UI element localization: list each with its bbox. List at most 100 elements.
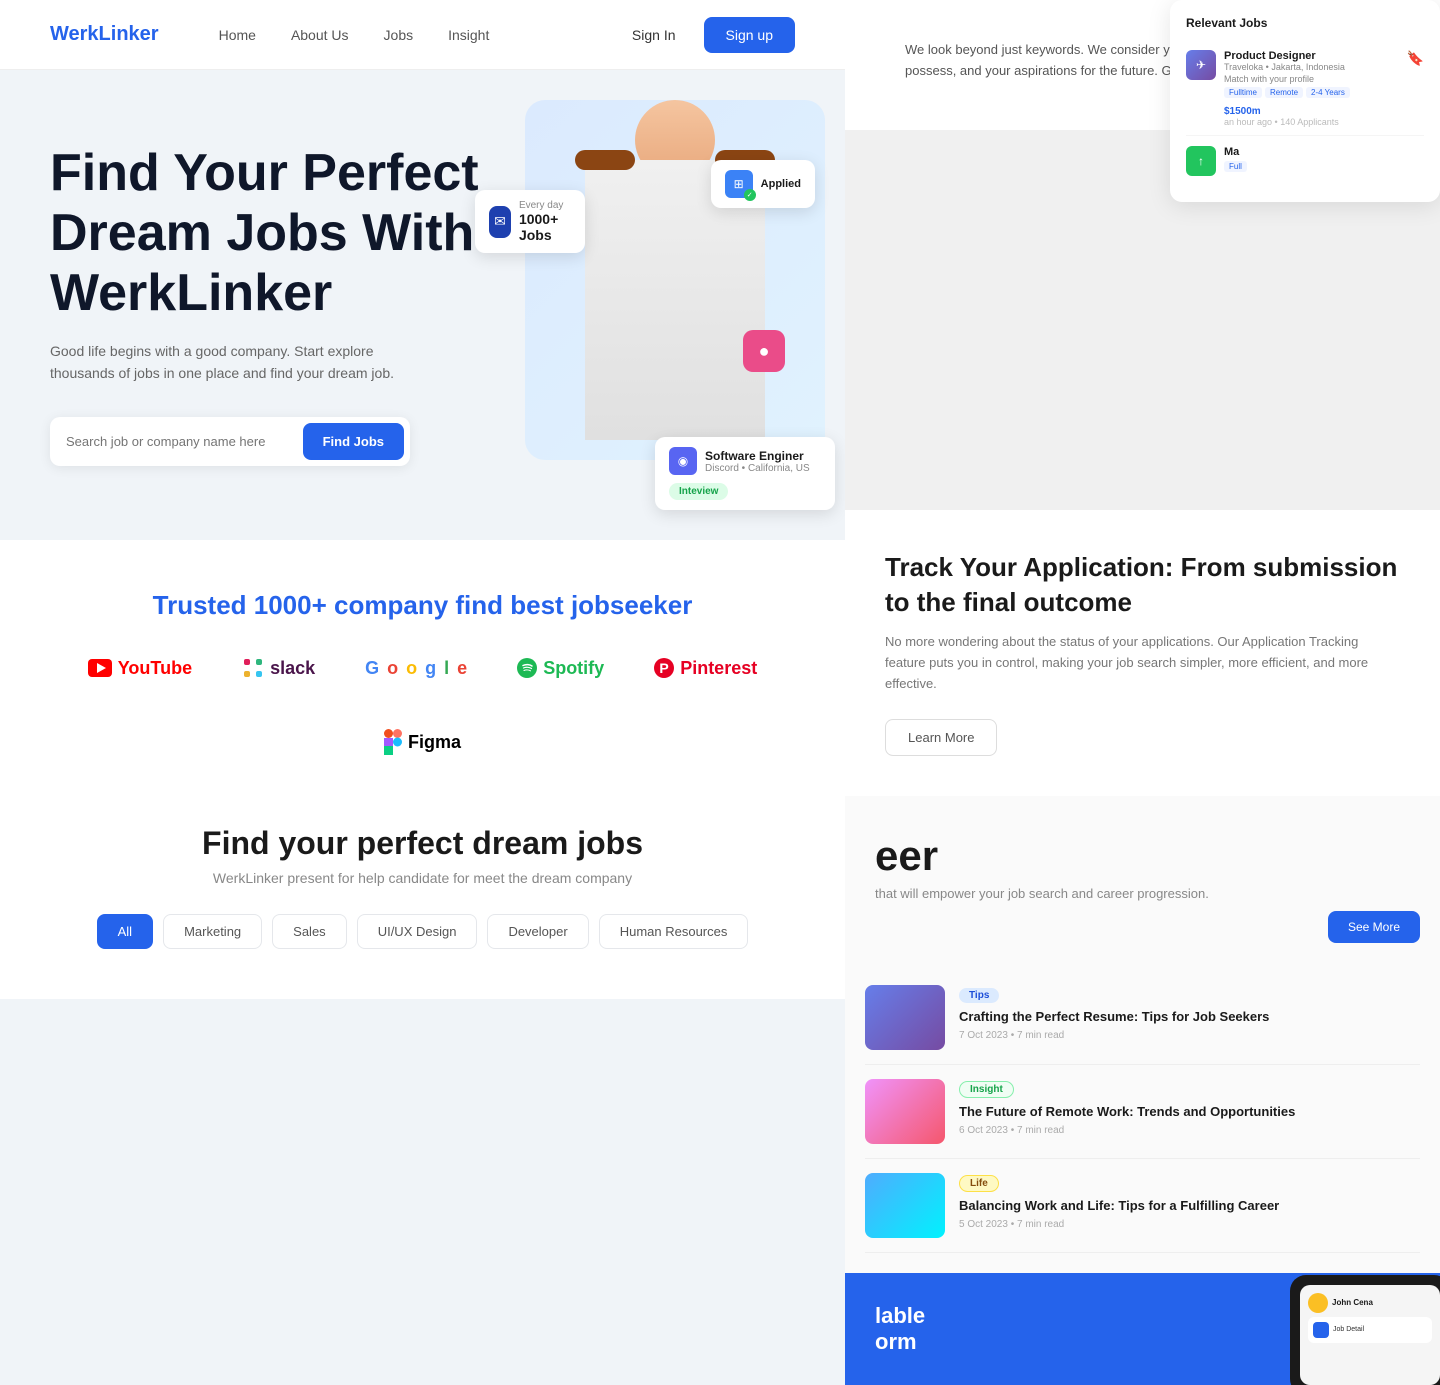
see-more-button[interactable]: See More xyxy=(1328,911,1420,943)
hero-person xyxy=(565,100,785,490)
blog-content-2: Insight The Future of Remote Work: Trend… xyxy=(959,1079,1420,1144)
nav-links: Home About Us Jobs Insight xyxy=(219,27,616,43)
rj-tag-years: 2-4 Years xyxy=(1306,87,1350,98)
figma-icon xyxy=(384,729,402,755)
daily-icon: ✉ xyxy=(489,206,511,238)
see-more-row: See More xyxy=(845,901,1440,951)
category-tabs: All Marketing Sales UI/UX Design Develop… xyxy=(50,914,795,949)
hero-subtitle: Good life begins with a good company. St… xyxy=(50,340,430,385)
hero-person-container xyxy=(525,80,825,490)
phone-avatar xyxy=(1308,1293,1328,1313)
discord-company: Discord • California, US xyxy=(705,463,810,474)
blog-title-1[interactable]: Crafting the Perfect Resume: Tips for Jo… xyxy=(959,1008,1420,1026)
figma-logo: Figma xyxy=(384,729,461,755)
trusted-title: Trusted 1000+ company find best jobseeke… xyxy=(50,590,795,621)
tab-all[interactable]: All xyxy=(97,914,153,949)
hero-illustration: ✉ Every day 1000+ Jobs ⊞ ✓ Applied xyxy=(475,70,845,540)
blog-item-3: Life Balancing Work and Life: Tips for a… xyxy=(865,1159,1420,1253)
applied-icon: ⊞ ✓ xyxy=(725,170,753,198)
nav-insight[interactable]: Insight xyxy=(448,27,489,43)
jobs-section-title: Find your perfect dream jobs xyxy=(50,825,795,862)
phone-header-row: John Cena xyxy=(1308,1293,1432,1313)
eer-section: eer that will empower your job search an… xyxy=(845,796,1440,1273)
hero-content: Find Your Perfect Dream Jobs With WerkLi… xyxy=(50,144,490,465)
learn-more-button[interactable]: Learn More xyxy=(885,719,997,756)
blog-meta-3: 5 Oct 2023 • 7 min read xyxy=(959,1219,1420,1230)
spotify-logo: Google Spotify xyxy=(517,658,604,679)
phone-job-label: Job Detail xyxy=(1333,1326,1364,1333)
right-top-container: We look beyond just keywords. We conside… xyxy=(845,0,1440,130)
nav-home[interactable]: Home xyxy=(219,27,256,43)
spotify-label: Spotify xyxy=(543,658,604,679)
blog-title-2[interactable]: The Future of Remote Work: Trends and Op… xyxy=(959,1103,1420,1121)
daily-label: Every day xyxy=(519,200,571,211)
svg-text:P: P xyxy=(660,660,669,676)
right-inner: We look beyond just keywords. We conside… xyxy=(845,0,1440,1385)
rj-tag-remote: Remote xyxy=(1265,87,1303,98)
trusted-section: Trusted 1000+ company find best jobseeke… xyxy=(0,540,845,805)
spotify-icon xyxy=(517,658,537,678)
slack-logo: slack xyxy=(242,657,315,679)
jobs-section-subtitle: WerkLinker present for help candidate fo… xyxy=(50,870,795,886)
rj-tag2-fulltime: Full xyxy=(1224,161,1247,172)
relevant-job-footer: $1500m xyxy=(1224,102,1399,117)
trusted-count: 1000+ xyxy=(254,590,327,620)
blog-meta-2: 6 Oct 2023 • 7 min read xyxy=(959,1125,1420,1136)
nav-actions: Sign In Sign up xyxy=(616,17,795,53)
tab-sales[interactable]: Sales xyxy=(272,914,347,949)
nav-about[interactable]: About Us xyxy=(291,27,349,43)
person-hair-l xyxy=(575,150,635,170)
relevant-job-item: ✈ Product Designer Traveloka • Jakarta, … xyxy=(1186,42,1424,136)
search-input[interactable] xyxy=(66,434,303,449)
phone-user-name: John Cena xyxy=(1332,1298,1373,1307)
daily-count: 1000+ Jobs xyxy=(519,211,571,243)
blog-thumb-2 xyxy=(865,1079,945,1144)
daily-text: Every day 1000+ Jobs xyxy=(519,200,571,243)
signin-button[interactable]: Sign In xyxy=(616,19,692,51)
relevant-job-info: Product Designer Traveloka • Jakarta, In… xyxy=(1224,50,1399,127)
search-box: Find Jobs xyxy=(50,417,410,466)
figma-text: Figma xyxy=(408,732,461,753)
trusted-end: company find best jobseeker xyxy=(327,590,693,620)
left-section: WerkLinker Home About Us Jobs Insight Si… xyxy=(0,0,845,1385)
google-logo: Google xyxy=(365,658,467,679)
partial-subtitle-text: that will empower your job search and ca… xyxy=(845,886,1440,901)
tab-developer[interactable]: Developer xyxy=(487,914,588,949)
jobs-section: Find your perfect dream jobs WerkLinker … xyxy=(0,805,845,999)
hero-title: Find Your Perfect Dream Jobs With WerkLi… xyxy=(50,144,490,323)
blog-content-1: Tips Crafting the Perfect Resume: Tips f… xyxy=(959,985,1420,1050)
applied-card: ⊞ ✓ Applied xyxy=(711,160,815,208)
tab-hr[interactable]: Human Resources xyxy=(599,914,749,949)
discord-icon: ◉ xyxy=(669,447,697,475)
blog-item-1: Tips Crafting the Perfect Resume: Tips f… xyxy=(865,971,1420,1065)
blog-title-3[interactable]: Balancing Work and Life: Tips for a Fulf… xyxy=(959,1197,1420,1215)
phone-job-card: Job Detail xyxy=(1308,1317,1432,1343)
tab-marketing[interactable]: Marketing xyxy=(163,914,262,949)
youtube-icon xyxy=(88,659,112,677)
blog-meta-1: 7 Oct 2023 • 7 min read xyxy=(959,1030,1420,1041)
relevant-job-icon: ✈ xyxy=(1186,50,1216,80)
nav-jobs[interactable]: Jobs xyxy=(384,27,414,43)
rj-tag-fulltime: Fulltime xyxy=(1224,87,1262,98)
hero-section: Find Your Perfect Dream Jobs With WerkLi… xyxy=(0,70,845,540)
discord-job-title: Software Enginer xyxy=(705,449,810,463)
trusted-start: Trusted xyxy=(153,590,254,620)
tab-uiux[interactable]: UI/UX Design xyxy=(357,914,478,949)
signup-button[interactable]: Sign up xyxy=(704,17,795,53)
pinterest-text: Pinterest xyxy=(680,658,757,679)
daily-jobs-card: ✉ Every day 1000+ Jobs xyxy=(475,190,585,253)
interview-badge: Inteview xyxy=(669,483,728,500)
relevant-job-salary: $1500m xyxy=(1224,106,1261,117)
applied-text: Applied xyxy=(761,178,801,190)
dribbble-icon-float: ● xyxy=(743,330,785,372)
page-wrapper: WerkLinker Home About Us Jobs Insight Si… xyxy=(0,0,1440,1385)
slack-icon xyxy=(242,657,264,679)
track-title: Track Your Application: From submission … xyxy=(885,550,1400,620)
blog-thumb-1 xyxy=(865,985,945,1050)
youtube-text: YouTube xyxy=(118,658,192,679)
bookmark-icon[interactable]: 🔖 xyxy=(1407,50,1424,67)
find-jobs-button[interactable]: Find Jobs xyxy=(303,423,404,460)
discord-header: ◉ Software Enginer Discord • California,… xyxy=(669,447,821,475)
relevant-job-title-2: Ma xyxy=(1224,146,1247,158)
youtube-logo: YouTube xyxy=(88,658,192,679)
